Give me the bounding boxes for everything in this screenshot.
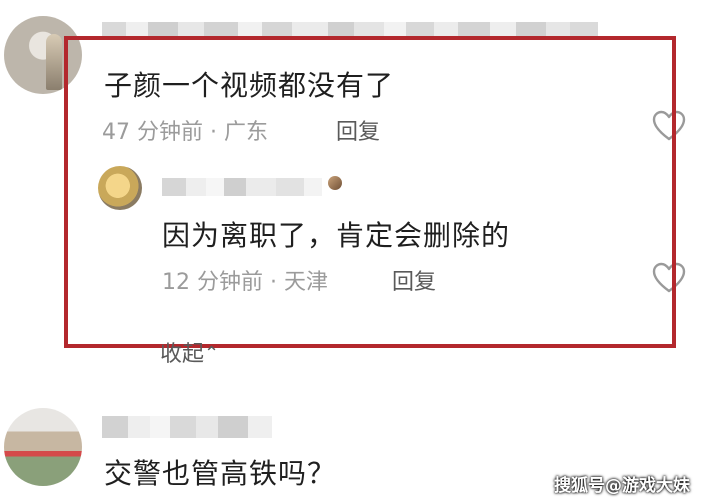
comment-text: 交警也管高铁吗？ [104,457,337,490]
username-redacted[interactable] [102,416,272,438]
chevron-up-icon: ⌃ [204,343,220,364]
collapse-replies-button[interactable]: 收起⌃ [160,336,219,368]
watermark: 搜狐号@游戏大妹 [554,476,690,496]
avatar-figure [46,34,62,90]
highlight-box [64,36,676,348]
collapse-label: 收起 [160,342,205,367]
avatar[interactable] [4,408,82,486]
